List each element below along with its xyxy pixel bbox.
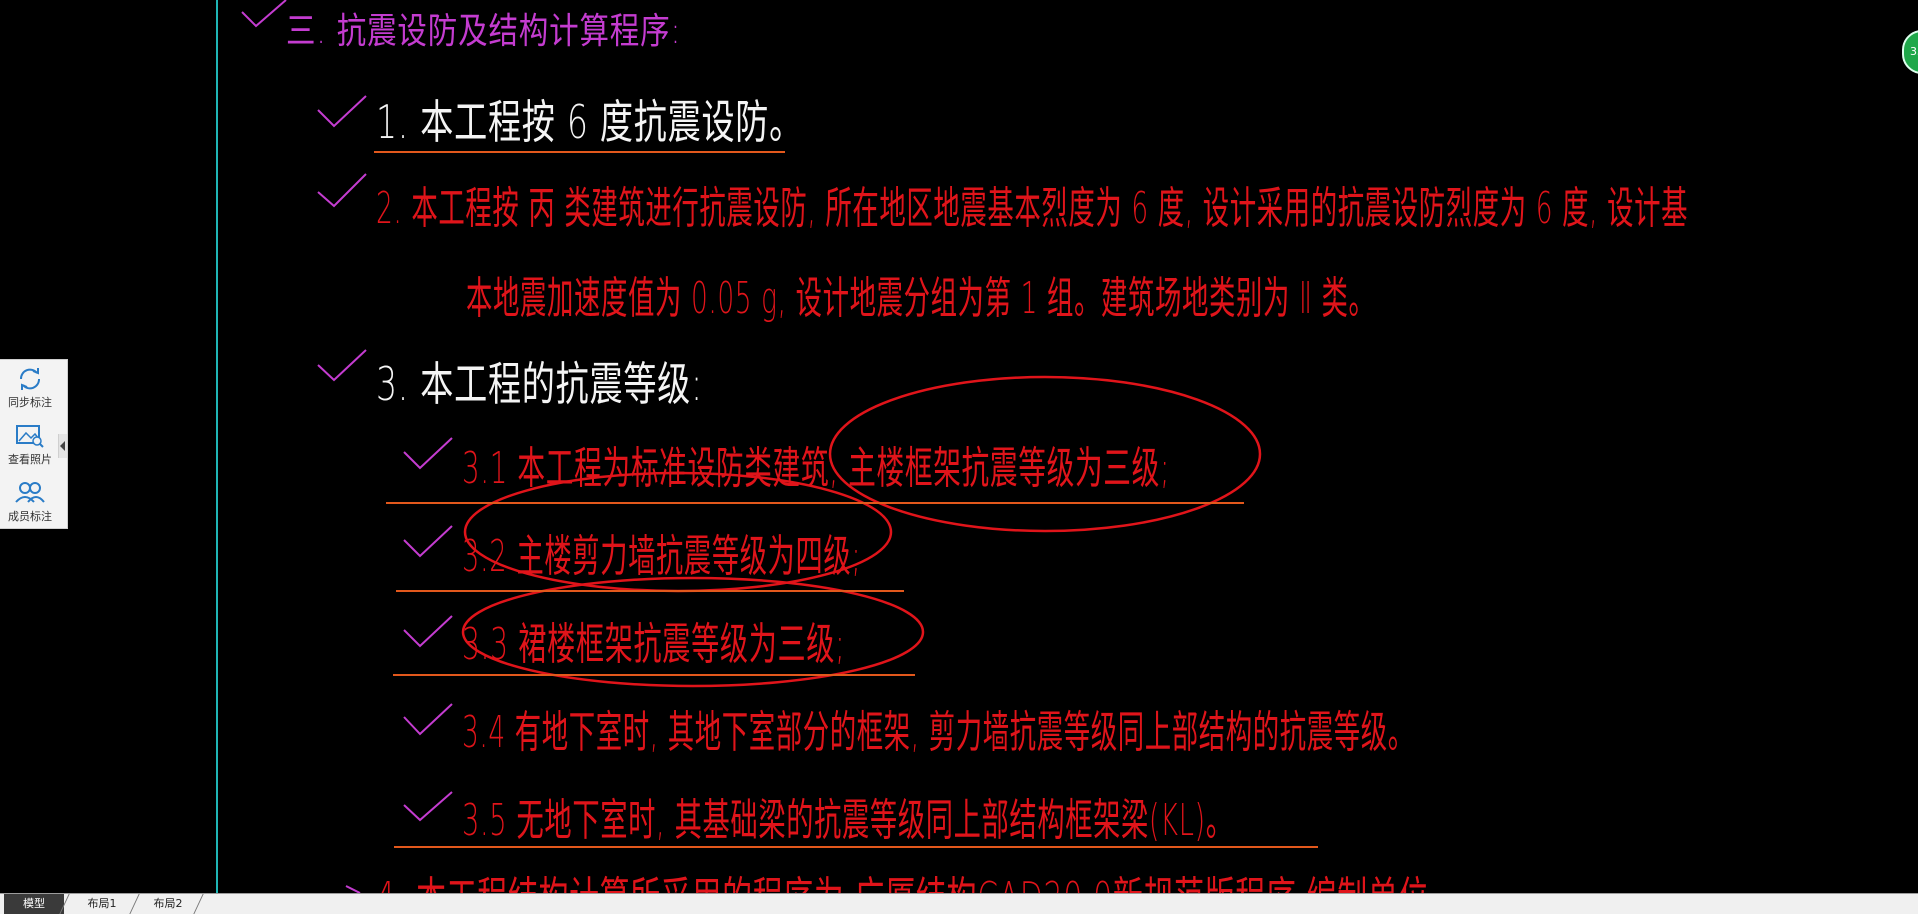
- check-mark-icon: [345, 885, 361, 893]
- check-mark-icon: [403, 615, 453, 648]
- check-mark-icon: [403, 437, 453, 470]
- photo-search-icon: [16, 425, 44, 448]
- check-mark-icon: [241, 0, 287, 28]
- sync-annotation-label: 同步标注: [8, 396, 52, 409]
- notification-badge[interactable]: 33: [1902, 30, 1918, 74]
- underline: [393, 674, 915, 676]
- underline: [386, 502, 1244, 504]
- note-item-4-partial: 4. 本工程结构计算所采用的程序为 广厦结构CAD20.0新规范版程序 编制单位: [376, 862, 1429, 893]
- vertical-guide-line: [216, 0, 218, 893]
- check-mark-icon: [317, 349, 367, 382]
- underline: [396, 590, 904, 592]
- sync-icon: [19, 368, 41, 390]
- note-item-3: 3. 本工程的抗震等级:: [376, 357, 703, 411]
- members-icon: [15, 482, 45, 503]
- view-photos-button[interactable]: 查看照片: [0, 419, 60, 473]
- check-mark-icon: [403, 791, 453, 822]
- note-item-2-line-2: 本地震加速度值为 0.05 g, 设计地震分组为第 1 组。建筑场地类别为 Ⅱ …: [466, 273, 1376, 324]
- tab-layout-1[interactable]: 布局1: [70, 894, 134, 914]
- note-item-2-line-1: 2. 本工程按 丙 类建筑进行抗震设防, 所在地区地震基本烈度为 6 度, 设计…: [376, 183, 1689, 234]
- check-mark-icon: [403, 525, 453, 558]
- note-item-3-3: 3.3 裙楼框架抗震等级为三级;: [462, 619, 846, 670]
- annotation-side-panel: 同步标注 查看照片 成员标注: [0, 359, 68, 529]
- member-annotation-button[interactable]: 成员标注: [0, 476, 60, 530]
- section-heading: 三. 抗震设防及结构计算程序:: [286, 11, 682, 52]
- underline: [394, 846, 1318, 848]
- note-item-3-1: 3.1 本工程为标准设防类建筑, 主楼框架抗震等级为三级;: [462, 443, 1170, 494]
- check-mark-icon: [317, 95, 367, 128]
- sync-annotation-button[interactable]: 同步标注: [0, 362, 60, 416]
- check-mark-icon: [317, 173, 367, 208]
- note-item-3-5: 3.5 无地下室时, 其基础梁的抗震等级同上部结构框架梁(KL)。: [462, 795, 1234, 846]
- check-mark-icon: [403, 703, 453, 736]
- view-photos-label: 查看照片: [8, 453, 52, 466]
- tab-layout-2[interactable]: 布局2: [138, 894, 198, 914]
- collapse-panel-arrow-icon[interactable]: [58, 434, 67, 458]
- note-item-1: 1. 本工程按 6 度抗震设防。: [376, 95, 803, 149]
- note-item-3-4: 3.4 有地下室时, 其地下室部分的框架, 剪力墙抗震等级同上部结构的抗震等级。: [462, 707, 1415, 758]
- note-item-3-2: 3.2 主楼剪力墙抗震等级为四级;: [462, 531, 862, 582]
- cad-drawing-canvas[interactable]: 三. 抗震设防及结构计算程序: 1. 本工程按 6 度抗震设防。 2. 本工程按…: [0, 0, 1918, 893]
- layout-tab-bar: 模型 布局1 布局2: [0, 893, 1918, 914]
- tab-model[interactable]: 模型: [4, 894, 64, 914]
- member-annotation-label: 成员标注: [8, 510, 52, 523]
- underline: [374, 151, 785, 153]
